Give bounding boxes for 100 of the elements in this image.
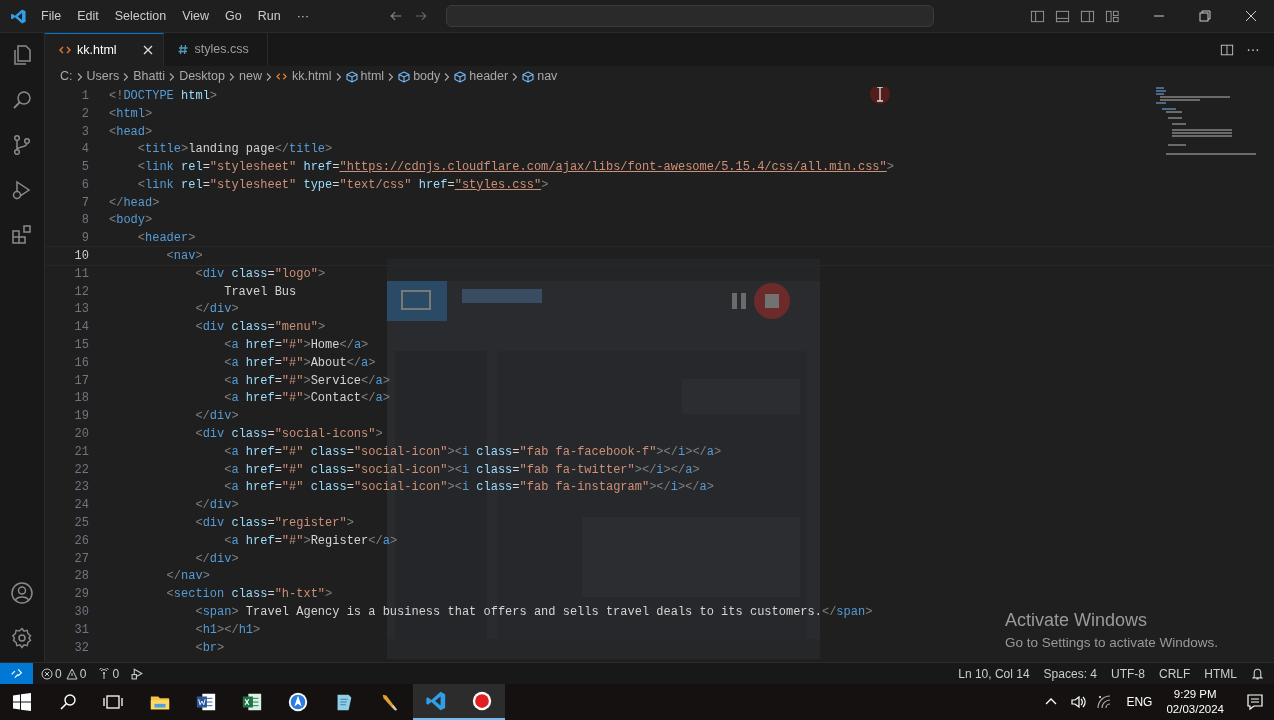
split-editor-icon[interactable] (1220, 42, 1234, 57)
breadcrumb-item[interactable]: Desktop (179, 67, 225, 86)
search-icon[interactable] (59, 693, 77, 711)
error-count[interactable]: 0 (55, 664, 62, 683)
menu-item[interactable]: ··· (288, 6, 318, 26)
layout-icon[interactable] (1105, 8, 1120, 24)
menu-item[interactable]: Run (249, 6, 289, 26)
menu-item[interactable]: View (174, 6, 217, 26)
breadcrumb-item[interactable]: Users (86, 67, 120, 86)
cube-icon (522, 70, 535, 83)
taskbar-app-button[interactable] (459, 684, 505, 720)
start-icon[interactable] (13, 693, 31, 711)
code-line: <body> (109, 212, 153, 230)
clock-date[interactable]: 02/03/2024 (1166, 702, 1224, 717)
line-number: 22 (73, 461, 89, 479)
breadcrumb-item[interactable]: nav (522, 67, 558, 86)
line-number: 12 (73, 283, 89, 301)
line-ending-setting[interactable]: CRLF (1159, 664, 1191, 683)
activation-message: Go to Settings to activate Windows. (1005, 634, 1219, 652)
code-line: </div> (194, 301, 239, 319)
line-number: 17 (73, 372, 89, 390)
volume-icon[interactable] (1070, 694, 1089, 710)
line-number: 7 (80, 194, 89, 212)
forward-arrow-icon[interactable] (414, 9, 429, 23)
code-line: <a href="#" class="social-icon"><i class="fab fa-instagram"></i></a> (223, 479, 714, 497)
line-number: 5 (80, 159, 89, 177)
breadcrumb-item[interactable]: body (398, 67, 441, 86)
code-line: <section class="h-txt"> (165, 586, 333, 604)
run-icon[interactable] (131, 667, 145, 680)
editor-tab[interactable]: kk.html (45, 33, 164, 66)
hash-icon (177, 44, 188, 55)
ports-count[interactable]: 0 (112, 664, 120, 683)
ports-icon[interactable] (98, 667, 111, 680)
indentation-setting[interactable]: Spaces: 4 (1043, 664, 1097, 683)
line-number: 13 (73, 301, 89, 319)
compass-icon (287, 691, 309, 713)
code-line: </div> (194, 408, 239, 426)
line-number: 9 (80, 230, 89, 248)
line-number: 10 (73, 248, 89, 266)
action-center-icon[interactable] (1246, 693, 1264, 711)
account-icon[interactable] (10, 581, 34, 605)
code-line: </div> (194, 497, 239, 515)
vscode-logo-icon (10, 7, 27, 25)
toggle-secondary-sidebar-icon[interactable] (1080, 8, 1095, 24)
menu-item[interactable]: File (33, 6, 70, 26)
line-number: 14 (73, 319, 89, 337)
vscode-icon (425, 690, 447, 712)
menu-item[interactable]: Selection (106, 6, 175, 26)
code-line: <link rel="stylesheet" href="https://cdnjs.cloudflare.com/ajax/libs/font-awesome/5.15.4/css/all.min.css"> (136, 159, 894, 177)
extensions-icon[interactable] (10, 223, 34, 247)
code-line: <a href="#">About</a> (223, 354, 376, 372)
menu-item[interactable]: Go (217, 6, 250, 26)
notifications-icon[interactable] (1251, 667, 1264, 680)
taskbar-app-button[interactable] (413, 684, 459, 720)
line-number: 21 (73, 443, 89, 461)
code-line: </div> (194, 550, 239, 568)
language-mode[interactable]: HTML (1204, 664, 1237, 683)
line-number: 32 (73, 639, 89, 657)
task-view-icon[interactable] (103, 693, 123, 711)
line-number: 19 (73, 408, 89, 426)
line-number: 30 (73, 604, 89, 621)
menu-item[interactable]: Edit (69, 6, 107, 26)
warning-icon[interactable] (65, 667, 78, 680)
settings-icon[interactable] (10, 626, 34, 650)
breadcrumb-item[interactable]: kk.html (275, 67, 332, 86)
breadcrumb-item[interactable]: Bhatti (133, 67, 166, 86)
html-file-icon (59, 45, 71, 55)
code-line: <div class="logo"> (194, 265, 326, 283)
encoding-setting[interactable]: UTF-8 (1111, 664, 1145, 683)
code-line: <link rel="stylesheet" type="text/css" href="styles.css"> (136, 176, 549, 194)
cursor-position[interactable]: Ln 10, Col 14 (958, 664, 1030, 683)
close-icon[interactable] (142, 45, 153, 55)
breadcrumb-item[interactable]: new (239, 67, 262, 86)
remote-button[interactable] (0, 663, 33, 684)
code-line: <a href="#" class="social-icon"><i class="fab fa-twitter"></i></a> (223, 461, 700, 479)
breadcrumb-item[interactable]: C: (60, 67, 73, 86)
document-icon (195, 691, 217, 713)
toggle-panel-icon[interactable] (1055, 8, 1070, 24)
line-number: 31 (73, 621, 89, 639)
code-line: <title>landing page</title> (136, 141, 333, 159)
command-center-field[interactable] (446, 5, 935, 27)
clock-time[interactable]: 9:29 PM (1173, 687, 1217, 702)
line-number: 1 (80, 87, 89, 105)
breadcrumb-item[interactable]: header (454, 67, 509, 86)
line-number: 20 (73, 426, 89, 444)
toggle-sidebar-icon[interactable] (1030, 8, 1045, 24)
error-icon[interactable] (41, 667, 53, 680)
input-language[interactable]: ENG (1126, 693, 1153, 711)
breadcrumb-item[interactable]: html (345, 67, 385, 86)
back-arrow-icon[interactable] (389, 9, 404, 23)
line-number: 23 (73, 479, 89, 497)
code-line: </nav> (165, 568, 210, 586)
line-number: 16 (73, 354, 89, 372)
code-line: <head> (109, 123, 153, 141)
line-number: 29 (73, 586, 89, 604)
code-line: </head> (109, 194, 160, 212)
code-line: <a href="#" class="social-icon"><i class="fab fa-facebook-f"></i></a> (223, 443, 722, 461)
code-line: <a href="#">Register</a> (223, 532, 398, 550)
line-number: 18 (73, 390, 89, 408)
warning-count[interactable]: 0 (79, 664, 87, 683)
